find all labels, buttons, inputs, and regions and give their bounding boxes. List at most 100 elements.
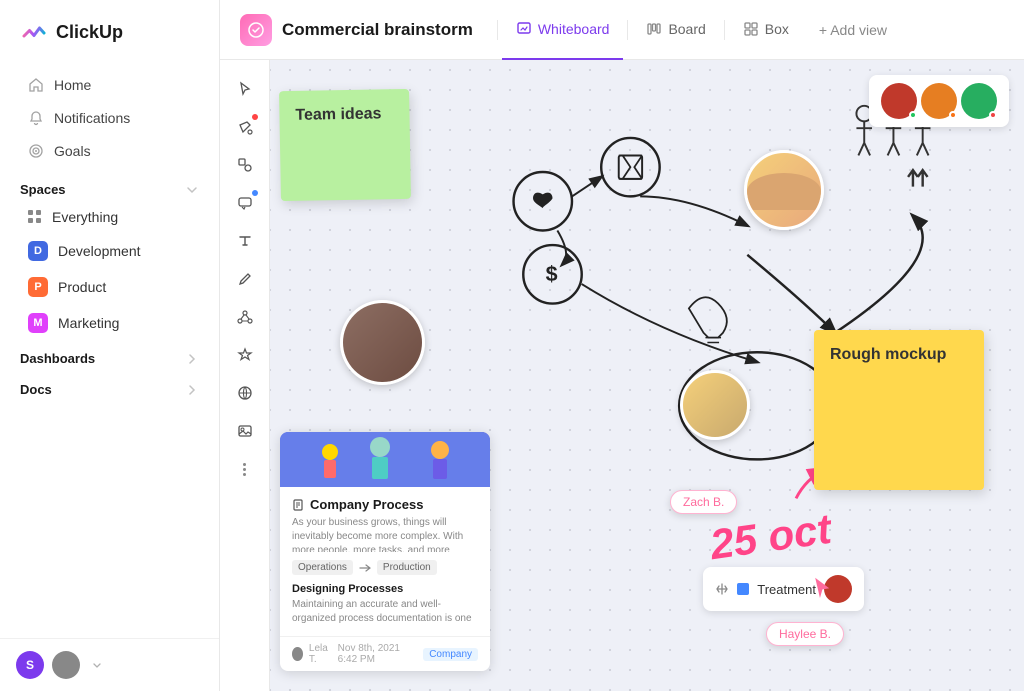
nav-notifications[interactable]: Notifications: [8, 102, 211, 134]
doc-header-svg: [280, 432, 490, 487]
nav-goals[interactable]: Goals: [8, 135, 211, 167]
pen-tool-icon: [237, 271, 253, 287]
target-icon: [28, 143, 44, 159]
project-icon: [240, 14, 272, 46]
person-photo-man: [340, 300, 425, 385]
nav-product[interactable]: P Product: [8, 270, 211, 304]
project-title: Commercial brainstorm: [282, 20, 473, 40]
shapes-tool[interactable]: [228, 148, 262, 182]
pen-tool[interactable]: [228, 262, 262, 296]
doc-subdesc: Maintaining an accurate and well-organiz…: [292, 598, 478, 626]
image-tool[interactable]: [228, 414, 262, 448]
avatar-person-2: [921, 83, 957, 119]
avatars-cluster: [869, 75, 1009, 127]
doc-title: Company Process: [292, 497, 478, 512]
main-content: Commercial brainstorm Whiteboard Board B…: [220, 0, 1024, 691]
logo-area: ClickUp: [0, 0, 219, 64]
doc-footer-avatar: [292, 647, 303, 661]
network-tool-icon: [237, 309, 253, 325]
ai-tool[interactable]: [228, 338, 262, 372]
paint-tool-icon: [237, 119, 253, 135]
doc-icon: [292, 499, 304, 511]
docs-section[interactable]: Docs: [0, 372, 219, 403]
date-handwriting: 25 oct: [707, 505, 834, 569]
spaces-section-header[interactable]: Spaces: [0, 172, 219, 201]
clickup-logo-icon: [20, 18, 48, 46]
add-view-button[interactable]: + Add view: [807, 22, 899, 38]
docs-chevron-icon: [185, 383, 199, 397]
board-tab-icon: [646, 21, 662, 37]
more-icon: [243, 463, 246, 476]
tab-whiteboard[interactable]: Whiteboard: [502, 0, 624, 60]
product-badge: P: [28, 277, 48, 297]
avatar-person-3: [961, 83, 997, 119]
paint-tool-dot: [252, 114, 258, 120]
shapes-tool-icon: [237, 157, 253, 173]
canvas-toolbar: [220, 60, 270, 691]
globe-tool-icon: [237, 385, 253, 401]
svg-text:$: $: [546, 262, 558, 286]
text-tool[interactable]: [228, 224, 262, 258]
cursor-tool-icon: [237, 81, 253, 97]
arrow-icon: [359, 563, 371, 573]
user-avatar-initial: S: [16, 651, 44, 679]
move-icon: [715, 582, 729, 596]
cursor-tool[interactable]: [228, 72, 262, 106]
doc-subtitle: Designing Processes: [292, 583, 478, 595]
bell-icon: [28, 110, 44, 126]
nav-marketing[interactable]: M Marketing: [8, 306, 211, 340]
box-tab-icon: [743, 21, 759, 37]
marketing-badge: M: [28, 313, 48, 333]
image-tool-icon: [237, 423, 253, 439]
user-avatar-photo: [52, 651, 80, 679]
globe-tool[interactable]: [228, 376, 262, 410]
nav-development[interactable]: D Development: [8, 234, 211, 268]
comment-tool-dot: [252, 190, 258, 196]
tab-board[interactable]: Board: [632, 0, 719, 60]
name-tag-zach: Zach B.: [670, 490, 737, 514]
avatar-status-dot-3: [989, 111, 997, 119]
app-name: ClickUp: [56, 22, 123, 43]
person-photo-top: [744, 150, 824, 230]
doc-footer-author: Lela T.: [309, 643, 332, 665]
name-tag-haylee: Haylee B.: [766, 622, 844, 646]
home-icon: [28, 77, 44, 93]
avatar-status-dot-1: [909, 111, 917, 119]
doc-flow-from: Operations: [292, 560, 353, 575]
sidebar: ClickUp Home Notifications Goals Spaces …: [0, 0, 220, 691]
comment-tool[interactable]: [228, 186, 262, 220]
doc-footer: Lela T. Nov 8th, 2021 6:42 PM Company: [280, 636, 490, 671]
sidebar-user-area[interactable]: S: [0, 638, 219, 691]
treatment-color-swatch: [737, 583, 749, 595]
nav-everything[interactable]: Everything: [8, 202, 211, 232]
treatment-label: Treatment: [757, 582, 816, 597]
treatment-card[interactable]: Treatment: [703, 567, 864, 611]
paint-tool[interactable]: [228, 110, 262, 144]
avatar-person-1: [881, 83, 917, 119]
doc-header-image: [280, 432, 490, 487]
avatar-status-dot-2: [949, 111, 957, 119]
doc-description: As your business grows, things will inev…: [292, 516, 478, 552]
sticky-note-team-ideas: Team ideas: [279, 89, 411, 201]
whiteboard-tab-icon: [516, 21, 532, 37]
main-nav: Home Notifications Goals: [0, 64, 219, 172]
dashboards-chevron-icon: [185, 352, 199, 366]
tab-separator-1: [497, 20, 498, 40]
doc-company-tag: Company: [423, 648, 478, 661]
network-tool[interactable]: [228, 300, 262, 334]
comment-tool-icon: [237, 195, 253, 211]
document-card[interactable]: Company Process As your business grows, …: [280, 432, 490, 671]
canvas-area: $: [220, 60, 1024, 691]
topbar: Commercial brainstorm Whiteboard Board B…: [220, 0, 1024, 60]
dashboards-section[interactable]: Dashboards: [0, 341, 219, 372]
tab-separator-3: [724, 20, 725, 40]
everything-icon: [28, 210, 42, 224]
doc-flow: Operations Production: [292, 560, 478, 575]
more-tools[interactable]: [228, 452, 262, 486]
ai-tool-icon: [237, 347, 253, 363]
tab-box[interactable]: Box: [729, 0, 803, 60]
nav-home[interactable]: Home: [8, 69, 211, 101]
sticky-note-rough-mockup: Rough mockup: [814, 330, 984, 490]
text-tool-icon: [237, 233, 253, 249]
development-badge: D: [28, 241, 48, 261]
